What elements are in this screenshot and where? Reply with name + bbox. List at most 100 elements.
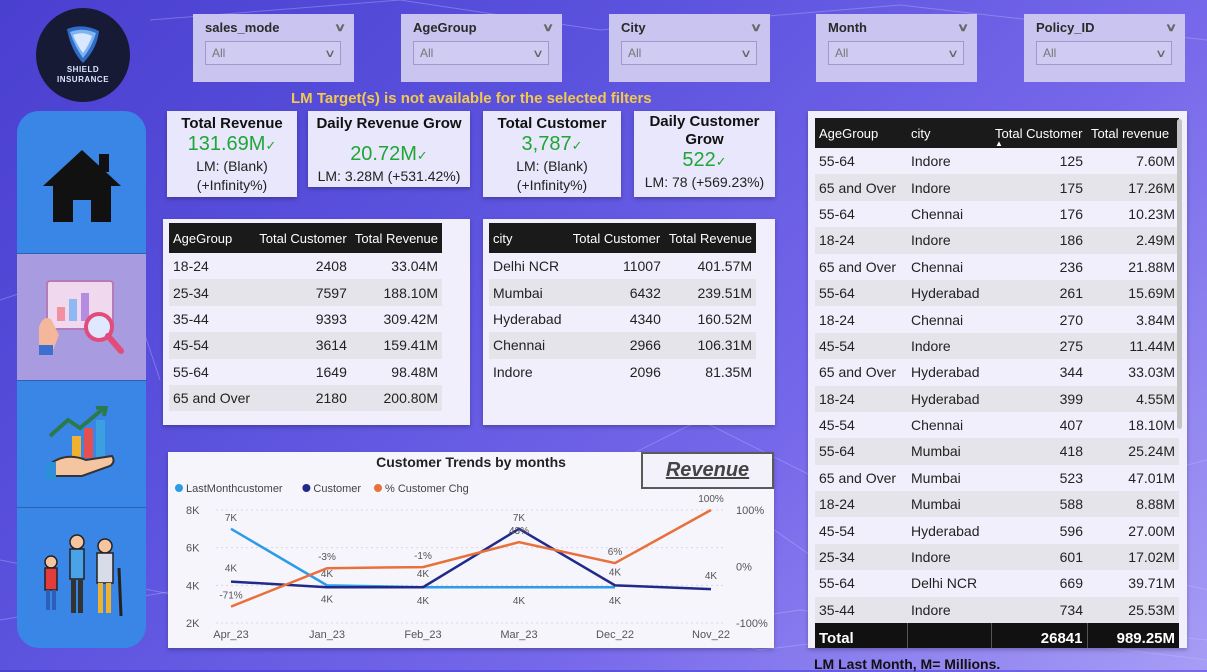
table-cell: 18-24 bbox=[815, 227, 907, 254]
data-label: 7K bbox=[513, 513, 526, 524]
data-label: 4K bbox=[225, 564, 238, 575]
kpi-last-month: LM: 3.28M (+531.42%) bbox=[317, 168, 461, 184]
age-group-icon bbox=[43, 534, 122, 617]
table-row[interactable]: 18-24 Indore 186 2.49M bbox=[815, 227, 1179, 254]
chevron-down-icon[interactable]: ∨ bbox=[334, 21, 346, 34]
table-row[interactable]: 65 and Over Mumbai 523 47.01M bbox=[815, 465, 1179, 491]
column-header[interactable]: city bbox=[907, 118, 991, 148]
chevron-down-icon[interactable]: ∨ bbox=[542, 21, 554, 34]
table-row[interactable]: 45-54 Indore 275 11.44M bbox=[815, 332, 1179, 360]
slicer-city[interactable]: City ∨ All ∨ bbox=[609, 14, 770, 82]
slicer-value: All bbox=[212, 46, 226, 60]
table-row[interactable]: 65 and Over Hyderabad 344 33.03M bbox=[815, 359, 1179, 385]
table-row[interactable]: 18-24 Mumbai 588 8.88M bbox=[815, 491, 1179, 518]
table-cell: Indore bbox=[911, 153, 951, 170]
column-header-label: Total Revenue bbox=[668, 230, 752, 246]
detail-table-scrollbar[interactable] bbox=[1177, 119, 1182, 429]
table-row[interactable]: 55-64 Hyderabad 261 15.69M bbox=[815, 279, 1179, 307]
table-row[interactable]: Delhi NCR 11007 401.57M bbox=[489, 253, 756, 279]
table-cell: 1649 bbox=[315, 363, 347, 380]
table-cell: 11.44M bbox=[1087, 332, 1179, 360]
slicer-dropdown[interactable]: All ∨ bbox=[621, 41, 757, 65]
table-row[interactable]: 65 and Over Indore 175 17.26M bbox=[815, 174, 1179, 201]
column-header[interactable]: city bbox=[489, 223, 569, 253]
shield-icon bbox=[67, 26, 99, 63]
kpi-change: (+Infinity%) bbox=[516, 177, 588, 193]
column-header[interactable]: Total revenue bbox=[1087, 118, 1179, 148]
table-row[interactable]: 55-64 Chennai 176 10.23M bbox=[815, 201, 1179, 227]
table-row[interactable]: Mumbai 6432 239.51M bbox=[489, 279, 756, 306]
slicer-dropdown[interactable]: All ∨ bbox=[828, 41, 964, 65]
column-header[interactable]: Total Revenue bbox=[350, 223, 442, 253]
table-row[interactable]: 35-44 9393 309.42M bbox=[169, 306, 442, 332]
column-header-sorted[interactable]: Total Customer ▲ bbox=[991, 118, 1087, 148]
table-row[interactable]: 18-24 2408 33.04M bbox=[169, 253, 442, 279]
chevron-down-icon: ∨ bbox=[531, 47, 545, 60]
slicer-value: All bbox=[628, 46, 642, 60]
table-cell: 2966 bbox=[568, 332, 665, 359]
table-row[interactable]: Hyderabad 4340 160.52M bbox=[489, 306, 756, 332]
kpi-value: 131.69M bbox=[187, 133, 266, 155]
table-row[interactable]: Chennai 2966 106.31M bbox=[489, 332, 756, 359]
table-row[interactable]: 45-54 Chennai 407 18.10M bbox=[815, 412, 1179, 438]
table-row[interactable]: 55-64 Delhi NCR 669 39.71M bbox=[815, 570, 1179, 596]
slicer-policy-id[interactable]: Policy_ID ∨ All ∨ bbox=[1024, 14, 1185, 82]
y-left-tick-label: 4K bbox=[186, 580, 200, 592]
slicer-title: sales_mode bbox=[205, 20, 280, 35]
table-row[interactable]: 45-54 3614 159.41M bbox=[169, 332, 442, 359]
column-header-sorted[interactable]: Total Revenue bbox=[664, 223, 756, 253]
nav-home-button[interactable] bbox=[17, 123, 146, 249]
slicer-month[interactable]: Month ∨ All ∨ bbox=[816, 14, 977, 82]
revenue-page-button[interactable]: Revenue bbox=[641, 452, 774, 489]
home-icon bbox=[42, 150, 121, 222]
table-row[interactable]: 55-64 1649 98.48M bbox=[169, 359, 442, 385]
total-row: Total 26841 989.25M bbox=[815, 623, 1179, 648]
table-row[interactable]: 35-44 Indore 734 25.53M bbox=[815, 596, 1179, 624]
slicer-sales-mode[interactable]: sales_mode ∨ All ∨ bbox=[193, 14, 354, 82]
slicer-dropdown[interactable]: All ∨ bbox=[1036, 41, 1172, 65]
table-row[interactable]: 45-54 Hyderabad 596 27.00M bbox=[815, 517, 1179, 543]
table-cell: Chennai bbox=[911, 258, 964, 275]
table-row[interactable]: 65 and Over 2180 200.80M bbox=[169, 384, 442, 412]
nav-age-group-button[interactable] bbox=[17, 511, 146, 637]
chevron-down-icon[interactable]: ∨ bbox=[750, 21, 762, 34]
chevron-down-icon[interactable]: ∨ bbox=[957, 21, 969, 34]
table-row[interactable]: 18-24 Hyderabad 399 4.55M bbox=[815, 385, 1179, 412]
chevron-down-icon: ∨ bbox=[739, 47, 753, 60]
chevron-down-icon[interactable]: ∨ bbox=[1165, 21, 1177, 34]
column-header[interactable]: AgeGroup bbox=[169, 223, 256, 253]
table-cell: 399 bbox=[991, 385, 1087, 412]
kpi-title-line2: Grow bbox=[685, 131, 724, 148]
slicer-dropdown[interactable]: All ∨ bbox=[413, 41, 549, 65]
age-group-table-panel: AgeGroup Total Customer Total Revenue 18… bbox=[163, 219, 470, 425]
table-row[interactable]: 55-64 Mumbai 418 25.24M bbox=[815, 438, 1179, 465]
analysis-icon bbox=[38, 280, 124, 355]
slicer-dropdown[interactable]: All ∨ bbox=[205, 41, 341, 65]
table-cell: 11007 bbox=[622, 258, 661, 275]
city-table: city Total Customer Total Revenue Delhi … bbox=[489, 223, 756, 385]
slicer-age-group[interactable]: AgeGroup ∨ All ∨ bbox=[401, 14, 562, 82]
table-cell: 33.03M bbox=[1128, 364, 1175, 381]
table-cell: 2180 bbox=[255, 384, 351, 412]
data-label: 4K bbox=[321, 594, 334, 605]
table-row[interactable]: 55-64 Indore 125 7.60M bbox=[815, 148, 1179, 174]
column-header[interactable]: AgeGroup bbox=[815, 118, 907, 148]
legend-label: Customer bbox=[313, 483, 361, 495]
table-row[interactable]: 65 and Over Chennai 236 21.88M bbox=[815, 254, 1179, 280]
table-row[interactable]: 18-24 Chennai 270 3.84M bbox=[815, 306, 1179, 332]
table-row[interactable]: 25-34 7597 188.10M bbox=[169, 279, 442, 306]
table-row[interactable]: Indore 2096 81.35M bbox=[489, 359, 756, 385]
table-cell: 8.88M bbox=[1087, 491, 1179, 518]
table-cell: 401.57M bbox=[697, 258, 752, 275]
kpi-title: Total Customer bbox=[497, 115, 607, 132]
table-row[interactable]: 25-34 Indore 601 17.02M bbox=[815, 543, 1179, 571]
data-label: -71% bbox=[219, 591, 242, 602]
table-cell: Indore bbox=[907, 227, 991, 254]
data-label: 43% bbox=[509, 526, 529, 537]
nav-analysis-button[interactable] bbox=[17, 254, 146, 380]
column-header[interactable]: Total Customer bbox=[568, 223, 665, 253]
data-label: 100% bbox=[698, 494, 724, 505]
nav-growth-button[interactable] bbox=[17, 381, 146, 507]
column-header[interactable]: Total Customer bbox=[255, 223, 351, 253]
logo-text-line1: SHIELD bbox=[66, 65, 100, 74]
